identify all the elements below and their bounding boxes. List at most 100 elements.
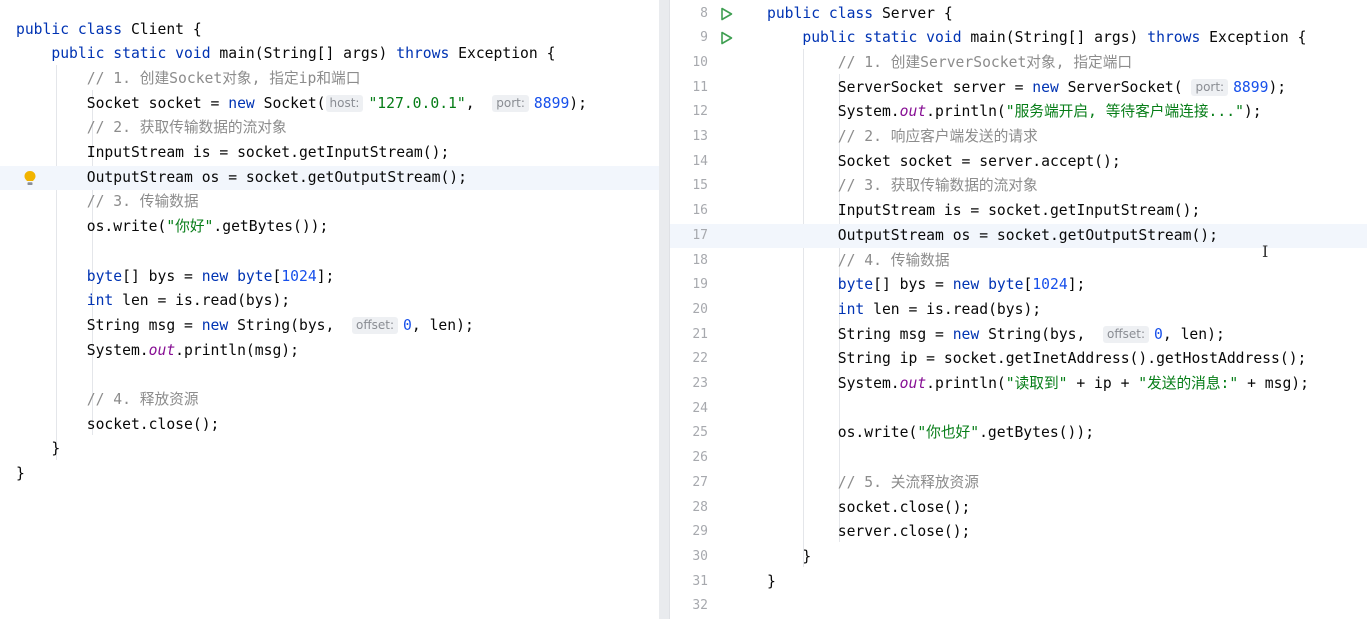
code-line[interactable]: String msg = new String(bys, offset: 0, l… [0,314,659,339]
code-text[interactable]: // 4. 释放资源 [16,388,199,413]
code-line[interactable]: 22 String ip = socket.getInetAddress().g… [670,347,1367,372]
code-text[interactable]: String msg = new String(bys, offset: 0, l… [767,323,1225,348]
code-token: [] bys = [122,267,202,285]
code-line[interactable]: } [0,462,659,487]
code-line[interactable]: public static void main(String[] args) t… [0,42,659,67]
code-line[interactable]: 19 byte[] bys = new byte[1024]; [670,273,1367,298]
code-line[interactable]: public class Client { [0,18,659,43]
code-line[interactable]: socket.close(); [0,413,659,438]
code-line[interactable]: 31} [670,570,1367,595]
code-text[interactable]: // 2. 获取传输数据的流对象 [16,116,287,141]
code-token: System. [767,375,900,392]
code-text[interactable]: // 2. 响应客户端发送的请求 [767,125,1038,150]
current-code-line[interactable]: OutputStream os = socket.getOutputStream… [0,165,659,191]
code-text[interactable]: // 4. 传输数据 [767,249,950,274]
code-line[interactable]: 28 socket.close(); [670,496,1367,521]
code-text[interactable]: System.out.println("服务端开启, 等待客户端连接..."); [767,100,1262,125]
code-line[interactable]: 26 [670,446,1367,471]
number-literal: 0 [403,316,412,334]
code-line[interactable]: // 1. 创建Socket对象, 指定ip和端口 [0,67,659,92]
code-text[interactable]: public class Server { [767,2,953,27]
code-text[interactable]: OutputStream os = socket.getOutputStream… [16,166,467,191]
line-number: 9 [700,30,708,46]
code-text[interactable]: Socket socket = server.accept(); [767,150,1121,175]
code-text[interactable]: ServerSocket server = new ServerSocket( … [767,76,1286,101]
code-text[interactable]: int len = is.read(bys); [16,289,290,314]
string-literal: "127.0.0.1" [368,94,466,112]
code-token: ); [1268,78,1287,96]
code-text[interactable]: byte[] bys = new byte[1024]; [16,265,335,290]
code-line[interactable]: 32 [670,594,1367,619]
code-text[interactable]: // 3. 传输数据 [16,190,199,215]
code-line[interactable]: // 3. 传输数据 [0,190,659,215]
code-text[interactable]: public static void main(String[] args) t… [767,26,1306,51]
code-text[interactable]: public class Client { [16,18,202,43]
run-gutter-icon[interactable] [719,7,733,21]
code-line[interactable]: int len = is.read(bys); [0,289,659,314]
code-text[interactable]: // 3. 获取传输数据的流对象 [767,174,1038,199]
code-line[interactable] [0,363,659,388]
client-editor-pane[interactable]: public class Client { public static void… [0,0,659,619]
editor-split-divider[interactable] [659,0,670,619]
code-line[interactable]: 14 Socket socket = server.accept(); [670,150,1367,175]
code-line[interactable]: InputStream is = socket.getInputStream()… [0,141,659,166]
string-literal: "服务端开启, 等待客户端连接..." [1005,103,1244,121]
code-text[interactable]: // 1. 创建ServerSocket对象, 指定端口 [767,51,1132,76]
code-line[interactable]: os.write("你好".getBytes()); [0,215,659,240]
code-text[interactable]: socket.close(); [767,496,971,521]
code-line[interactable]: 13 // 2. 响应客户端发送的请求 [670,125,1367,150]
code-text[interactable]: } [767,570,776,595]
code-line[interactable]: // 2. 获取传输数据的流对象 [0,116,659,141]
code-text[interactable]: int len = is.read(bys); [767,298,1041,323]
code-text[interactable]: } [16,462,25,487]
code-text[interactable]: } [767,545,811,570]
code-line[interactable]: byte[] bys = new byte[1024]; [0,265,659,290]
code-line[interactable]: 21 String msg = new String(bys, offset: 0… [670,323,1367,348]
keyword-token: byte [86,267,123,285]
code-line[interactable]: 24 [670,397,1367,422]
keyword-token: throws [1147,29,1210,47]
code-line[interactable]: 8 public class Server { [670,2,1367,27]
code-text[interactable]: os.write("你好".getBytes()); [16,215,329,240]
code-text[interactable]: System.out.println(msg); [16,339,299,364]
code-line[interactable]: 9 public static void main(String[] args)… [670,26,1367,51]
code-line[interactable]: 15 // 3. 获取传输数据的流对象 [670,174,1367,199]
code-line[interactable]: 12 System.out.println("服务端开启, 等待客户端连接...… [670,100,1367,125]
code-line[interactable]: 29 server.close(); [670,520,1367,545]
code-text[interactable]: os.write("你也好".getBytes()); [767,421,1094,446]
code-text[interactable]: server.close(); [767,520,971,545]
code-text[interactable]: public static void main(String[] args) t… [16,42,555,67]
code-text[interactable]: // 5. 关流释放资源 [767,471,979,496]
code-text[interactable]: Socket socket = new Socket(host: "127.0.0… [16,92,587,117]
code-text[interactable]: socket.close(); [16,413,220,438]
server-editor-pane[interactable]: 8 public class Server {9 public static vo… [670,0,1367,619]
code-text[interactable]: // 1. 创建Socket对象, 指定ip和端口 [16,67,361,92]
code-text[interactable]: String ip = socket.getInetAddress().getH… [767,347,1307,372]
code-line[interactable]: 20 int len = is.read(bys); [670,298,1367,323]
code-text[interactable]: } [16,437,60,462]
code-line[interactable]: 27 // 5. 关流释放资源 [670,471,1367,496]
code-text[interactable]: InputStream is = socket.getInputStream()… [16,141,450,166]
code-text[interactable]: String msg = new String(bys, offset: 0, l… [16,314,474,339]
code-text[interactable]: byte[] bys = new byte[1024]; [767,273,1086,298]
code-line[interactable]: 11 ServerSocket server = new ServerSocke… [670,76,1367,101]
code-line[interactable]: 16 InputStream is = socket.getInputStrea… [670,199,1367,224]
code-text[interactable]: System.out.println("读取到" + ip + "发送的消息:"… [767,372,1309,397]
code-line[interactable] [0,240,659,265]
code-line[interactable]: // 4. 释放资源 [0,388,659,413]
code-line[interactable]: 23 System.out.println("读取到" + ip + "发送的消… [670,372,1367,397]
code-line[interactable]: Socket socket = new Socket(host: "127.0.0… [0,92,659,117]
code-line[interactable]: System.out.println(msg); [0,339,659,364]
code-line[interactable]: 25 os.write("你也好".getBytes()); [670,421,1367,446]
code-text[interactable]: OutputStream os = socket.getOutputStream… [767,224,1218,249]
code-comment: // 2. 获取传输数据的流对象 [86,119,287,137]
code-text[interactable]: InputStream is = socket.getInputStream()… [767,199,1201,224]
run-gutter-icon[interactable] [719,31,733,45]
line-number: 10 [692,54,708,70]
code-line[interactable]: 30 } [670,545,1367,570]
code-line[interactable]: 10 // 1. 创建ServerSocket对象, 指定端口 [670,51,1367,76]
code-comment: // 5. 关流释放资源 [837,473,979,491]
code-line[interactable]: } [0,437,659,462]
